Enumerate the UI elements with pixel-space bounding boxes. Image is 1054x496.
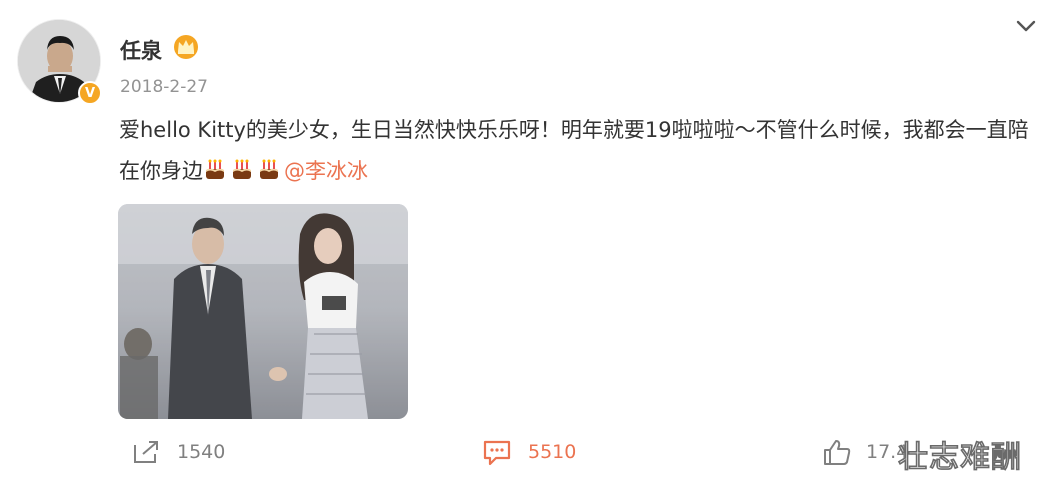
cake-icon — [260, 159, 278, 179]
post-image[interactable] — [118, 204, 408, 419]
repost-count: 1540 — [177, 441, 226, 463]
post-body-text: 爱hello Kitty的美少女，生日当然快快乐乐呀！明年就要19啦啦啦～不管什… — [119, 118, 1029, 183]
post-text: 爱hello Kitty的美少女，生日当然快快乐乐呀！明年就要19啦啦啦～不管什… — [119, 110, 1039, 192]
watermark-text: 壮志难酬 — [898, 440, 1022, 476]
comment-count: 5510 — [528, 441, 577, 463]
cake-icon — [233, 159, 251, 179]
cake-icon — [206, 159, 224, 179]
username[interactable]: 任泉 — [120, 35, 162, 65]
crown-icon[interactable] — [172, 34, 200, 60]
thumbs-up-icon — [824, 440, 851, 465]
verified-icon: V — [78, 81, 102, 105]
like-button[interactable]: 17.4 — [822, 432, 908, 472]
post-photo — [118, 204, 408, 419]
post-date[interactable]: 2018-2-27 — [120, 77, 208, 97]
comment-button[interactable]: 5510 — [482, 432, 576, 472]
share-icon — [134, 441, 158, 463]
avatar-container[interactable]: V — [17, 19, 103, 105]
comment-icon — [483, 440, 511, 466]
repost-button[interactable]: 1540 — [131, 432, 225, 472]
mention-link[interactable]: @李冰冰 — [284, 159, 368, 183]
chevron-down-icon[interactable] — [1013, 16, 1039, 36]
